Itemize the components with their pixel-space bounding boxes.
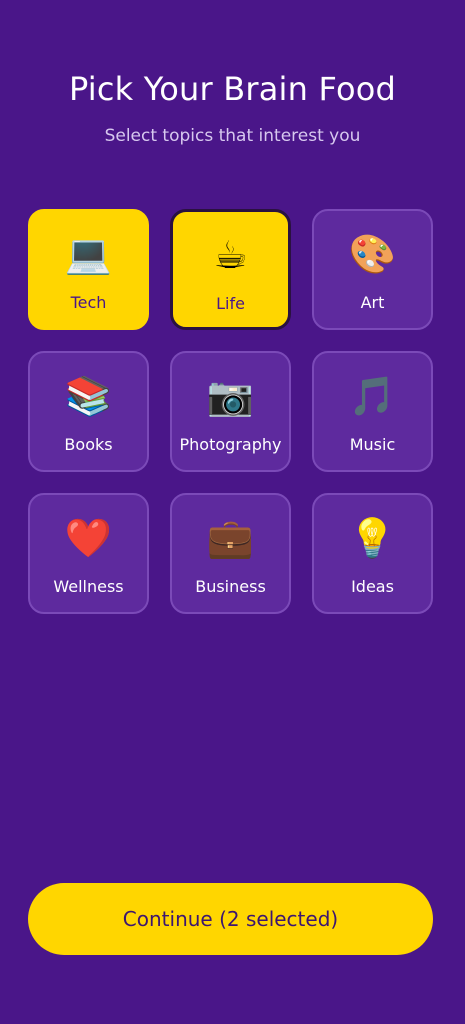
topic-label: Business [195, 577, 266, 596]
coffee-icon: ☕ [213, 233, 248, 277]
topic-tile-business[interactable]: 💼 Business [170, 493, 291, 614]
topic-tile-music[interactable]: 🎵 Music [312, 351, 433, 472]
books-icon: 📚 [64, 374, 113, 418]
camera-icon: 📷 [206, 374, 255, 418]
topic-label: Music [349, 435, 396, 454]
topic-tile-wellness[interactable]: ❤️ Wellness [28, 493, 149, 614]
briefcase-icon: 💼 [206, 516, 255, 560]
topic-label: Life [216, 294, 245, 313]
topic-label: Photography [179, 435, 282, 454]
topic-tile-photography[interactable]: 📷 Photography [170, 351, 291, 472]
laptop-icon: 💻 [64, 232, 113, 276]
topic-tile-art[interactable]: 🎨 Art [312, 209, 433, 330]
topic-label: Art [360, 293, 385, 312]
music-note-icon: 🎵 [348, 374, 397, 418]
topic-tile-life[interactable]: ☕ Life [170, 209, 291, 330]
topic-label: Tech [70, 293, 107, 312]
topic-tile-tech[interactable]: 💻 Tech [28, 209, 149, 330]
page-title: Pick Your Brain Food [68, 70, 397, 108]
topic-label: Wellness [53, 577, 124, 596]
topic-grid: 💻 Tech ☕ Life 🎨 Art 📚 Books 📷 Photograph… [28, 209, 434, 614]
lightbulb-icon: 💡 [348, 516, 397, 560]
palette-icon: 🎨 [348, 232, 397, 276]
heart-icon: ❤️ [64, 516, 113, 560]
page-subtitle: Select topics that interest you [104, 126, 361, 146]
topic-tile-ideas[interactable]: 💡 Ideas [312, 493, 433, 614]
topic-tile-books[interactable]: 📚 Books [28, 351, 149, 472]
topic-label: Ideas [351, 577, 394, 596]
continue-button[interactable]: Continue (2 selected) [28, 883, 433, 955]
topic-label: Books [64, 435, 113, 454]
